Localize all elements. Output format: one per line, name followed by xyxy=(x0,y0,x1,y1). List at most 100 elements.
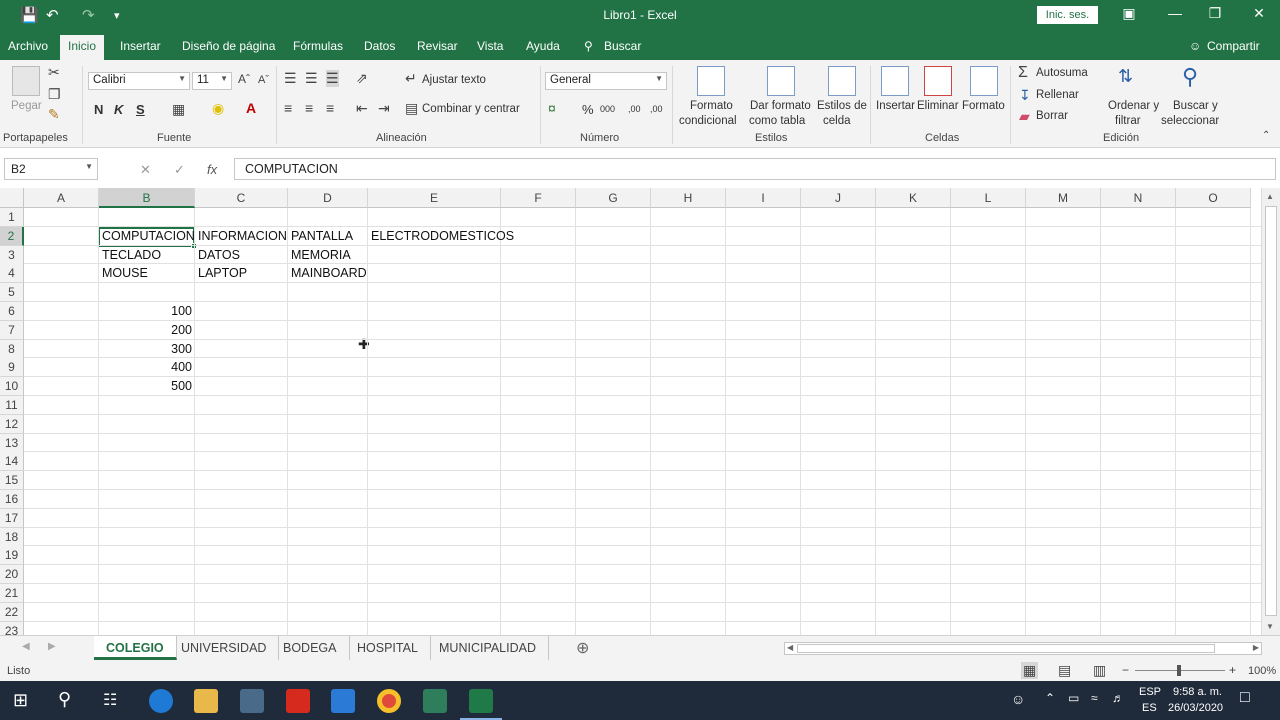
store-icon[interactable] xyxy=(240,689,264,713)
volume-icon[interactable]: ♬ xyxy=(1112,691,1124,705)
page-break-view-icon[interactable]: ▥ xyxy=(1093,662,1106,679)
search-box[interactable]: Buscar xyxy=(604,39,641,53)
cell-styles-icon[interactable] xyxy=(828,66,856,96)
cell-styles-label2[interactable]: celda xyxy=(823,115,851,127)
normal-view-icon[interactable]: ▦ xyxy=(1021,662,1039,679)
column-header-c[interactable]: C xyxy=(195,188,288,208)
tab-diseno-pagina[interactable]: Diseño de página xyxy=(182,39,275,53)
column-header-d[interactable]: D xyxy=(288,188,368,208)
bold-button[interactable]: N xyxy=(94,102,103,117)
row-header-9[interactable]: 9 xyxy=(0,358,24,378)
row-header-2[interactable]: 2 xyxy=(0,226,24,246)
add-sheet-icon[interactable]: ⊕ xyxy=(576,638,589,658)
align-center-icon[interactable]: ≡ xyxy=(305,100,313,116)
horizontal-scrollbar[interactable]: ◀ ▶ xyxy=(784,642,1262,655)
tab-datos[interactable]: Datos xyxy=(364,39,395,53)
cell-b6[interactable]: 100 xyxy=(99,302,195,320)
find-select-label1[interactable]: Buscar y xyxy=(1173,100,1218,112)
row-header-5[interactable]: 5 xyxy=(0,283,24,303)
clear-button[interactable]: Borrar xyxy=(1036,110,1068,122)
cell-c4[interactable]: LAPTOP xyxy=(195,264,250,282)
row-header-11[interactable]: 11 xyxy=(0,396,24,415)
collapse-ribbon-icon[interactable]: ⌃ xyxy=(1262,130,1270,141)
format-cells-button[interactable]: Formato xyxy=(962,100,1005,112)
sort-filter-label2[interactable]: filtrar xyxy=(1115,115,1141,127)
autosum-button[interactable]: Autosuma xyxy=(1036,67,1088,79)
percent-button[interactable]: % xyxy=(582,102,594,117)
delete-cells-button[interactable]: Eliminar xyxy=(917,100,959,112)
font-name-select[interactable]: Calibri ▼ xyxy=(88,72,190,90)
next-sheet-icon[interactable]: ▶ xyxy=(48,641,56,652)
increase-indent-icon[interactable]: ⇥ xyxy=(378,100,390,117)
insert-function-button[interactable]: fx xyxy=(207,162,217,177)
enter-icon[interactable]: ✓ xyxy=(174,162,185,178)
format-cells-icon[interactable] xyxy=(970,66,998,96)
row-header-15[interactable]: 15 xyxy=(0,471,24,491)
column-header-e[interactable]: E xyxy=(368,188,501,208)
excel-taskbar-icon[interactable] xyxy=(469,689,493,713)
copy-icon[interactable]: ❐ xyxy=(48,86,61,103)
font-color-icon[interactable]: A xyxy=(246,100,256,116)
prev-sheet-icon[interactable]: ◀ xyxy=(22,641,30,652)
fill-color-icon[interactable]: ◉ xyxy=(212,100,224,117)
share-button[interactable]: Compartir xyxy=(1207,39,1260,53)
cell-e2[interactable]: ELECTRODOMESTICOS xyxy=(368,227,517,245)
sheet-tab-hospital[interactable]: HOSPITAL xyxy=(345,636,431,660)
name-box[interactable]: B2 ▼ xyxy=(4,158,98,180)
cell-d3[interactable]: MEMORIA xyxy=(288,246,354,264)
cell-c2[interactable]: INFORMACION xyxy=(195,227,290,245)
format-as-table-label2[interactable]: como tabla xyxy=(749,115,805,127)
increase-font-icon[interactable]: Aˆ xyxy=(238,72,250,86)
align-right-icon[interactable]: ≡ xyxy=(326,100,334,116)
increase-decimal-button[interactable]: ,00 xyxy=(628,104,641,114)
cell-d4[interactable]: MAINBOARD xyxy=(288,264,370,282)
row-header-8[interactable]: 8 xyxy=(0,339,24,359)
conditional-format-label1[interactable]: Formato xyxy=(690,100,733,112)
zoom-out-button[interactable]: − xyxy=(1122,663,1129,677)
cell-b10[interactable]: 500 xyxy=(99,377,195,395)
page-layout-view-icon[interactable]: ▤ xyxy=(1058,662,1071,679)
eraser-icon[interactable]: ▰ xyxy=(1019,108,1030,125)
mail-icon[interactable] xyxy=(331,689,355,713)
keyboard-layout[interactable]: ES xyxy=(1142,702,1157,714)
row-header-17[interactable]: 17 xyxy=(0,508,24,528)
formula-input[interactable]: COMPUTACION xyxy=(234,158,1276,180)
format-as-table-label1[interactable]: Dar formato xyxy=(750,100,811,112)
italic-button[interactable]: K xyxy=(114,102,123,117)
column-header-a[interactable]: A xyxy=(24,188,99,208)
format-as-table-icon[interactable] xyxy=(767,66,795,96)
search-icon[interactable]: ⚲ xyxy=(584,39,593,53)
insert-cells-icon[interactable] xyxy=(881,66,909,96)
cancel-icon[interactable]: ✕ xyxy=(140,162,151,178)
column-header-m[interactable]: M xyxy=(1026,188,1101,208)
column-header-f[interactable]: F xyxy=(501,188,576,208)
align-middle-icon[interactable]: ☰ xyxy=(305,70,318,87)
tab-revisar[interactable]: Revisar xyxy=(417,39,458,53)
acrobat-icon[interactable] xyxy=(286,689,310,713)
sheet-tab-colegio[interactable]: COLEGIO xyxy=(94,636,177,660)
sheet-tab-bodega[interactable]: BODEGA xyxy=(271,636,350,660)
sign-in-button[interactable]: Inic. ses. xyxy=(1037,6,1098,24)
sort-filter-label1[interactable]: Ordenar y xyxy=(1108,100,1159,112)
ribbon-display-icon[interactable]: ▣ xyxy=(1119,5,1139,22)
tab-vista[interactable]: Vista xyxy=(477,39,503,53)
row-header-6[interactable]: 6 xyxy=(0,302,24,321)
column-header-k[interactable]: K xyxy=(876,188,951,208)
thousands-button[interactable]: 000 xyxy=(600,104,615,114)
row-header-23[interactable]: 23 xyxy=(0,621,24,635)
merge-center-icon[interactable]: ▤ xyxy=(405,100,418,117)
close-button[interactable]: ✕ xyxy=(1249,5,1269,22)
find-select-label2[interactable]: seleccionar xyxy=(1161,115,1219,127)
currency-icon[interactable]: ¤ xyxy=(548,100,556,116)
column-header-b[interactable]: B xyxy=(99,188,195,208)
maximize-button[interactable]: ❐ xyxy=(1205,5,1225,22)
edge-icon[interactable] xyxy=(149,689,173,713)
sheet-tab-municipalidad[interactable]: MUNICIPALIDAD xyxy=(427,636,550,660)
row-header-14[interactable]: 14 xyxy=(0,452,24,472)
notifications-icon[interactable]: □ xyxy=(1240,689,1250,707)
find-select-icon[interactable]: ⚲ xyxy=(1182,64,1198,90)
search-taskbar-icon[interactable]: ⚲ xyxy=(58,689,71,710)
column-header-l[interactable]: L xyxy=(951,188,1026,208)
decrease-indent-icon[interactable]: ⇤ xyxy=(356,100,368,117)
column-header-i[interactable]: I xyxy=(726,188,801,208)
